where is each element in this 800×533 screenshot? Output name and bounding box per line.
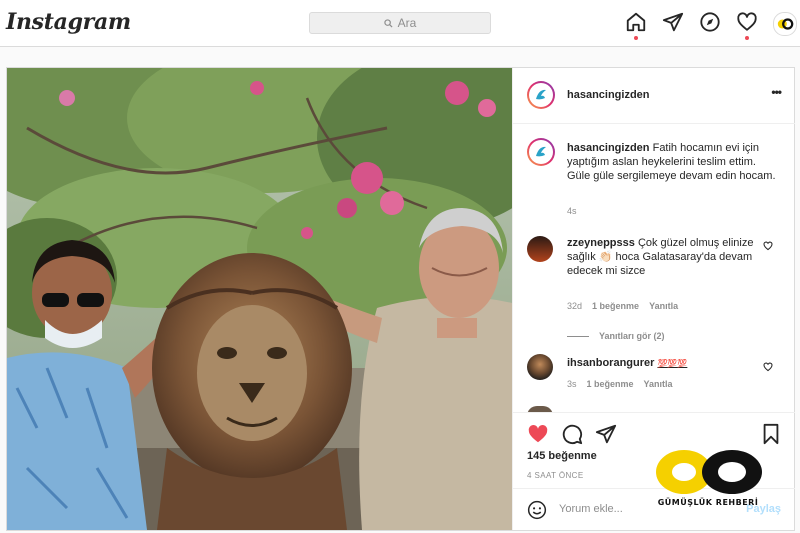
- comment-time: 32d: [567, 301, 583, 311]
- nav-explore[interactable]: [699, 11, 721, 33]
- comments-area: hasancingizden Fatih hocamın evi için ya…: [513, 124, 795, 412]
- replies-line: [567, 335, 589, 337]
- post-image-illustration: [7, 68, 512, 530]
- author-logo-icon: [536, 89, 546, 100]
- watermark-mark: [656, 450, 762, 494]
- comment-reply-button[interactable]: Yanıtla: [649, 301, 678, 311]
- comment-avatar[interactable]: [527, 236, 553, 262]
- search-placeholder: Ara: [397, 16, 417, 30]
- like-heart-icon[interactable]: [527, 423, 549, 445]
- comment-avatar[interactable]: [527, 354, 553, 380]
- post-caption: hasancingizden Fatih hocamın evi için ya…: [567, 141, 777, 183]
- watermark-text: GÜMÜŞLÜK REHBERİ: [657, 498, 759, 507]
- comment-bubble-icon[interactable]: [561, 423, 583, 445]
- home-icon: [626, 12, 646, 32]
- comment-meta: 3s 1 beğenme Yanıtla: [567, 379, 673, 389]
- comment-like-icon[interactable]: [763, 362, 773, 372]
- nav-home[interactable]: [625, 11, 647, 40]
- author-avatar[interactable]: [527, 81, 555, 109]
- comment-author[interactable]: zzeyneppsss: [567, 237, 635, 249]
- more-options-icon[interactable]: •••: [771, 85, 782, 99]
- like-count[interactable]: 145 beğenme: [527, 450, 597, 462]
- notification-dot: [634, 36, 638, 40]
- caption-author-avatar[interactable]: [527, 138, 555, 166]
- watermark-logo: GÜMÜŞLÜK REHBERİ: [648, 446, 768, 516]
- caption-time: 4s: [567, 206, 577, 216]
- comment-input[interactable]: Yorum ekle...: [559, 503, 623, 515]
- comment-likes[interactable]: 1 beğenme: [587, 379, 634, 389]
- share-plane-icon[interactable]: [595, 423, 617, 445]
- nav-profile[interactable]: [773, 12, 797, 36]
- comment-author[interactable]: ihsanborangurer: [567, 357, 654, 369]
- nav-direct[interactable]: [662, 11, 684, 33]
- comment-item: zzeyneppsss Çok güzel olmuş elinize sağl…: [567, 236, 757, 278]
- top-nav-bar: Instagram Ara: [0, 0, 800, 47]
- heart-icon: [737, 12, 757, 31]
- caption-author[interactable]: hasancingizden: [567, 142, 650, 154]
- comment-item: ihsanborangurer 💯💯💯: [567, 356, 757, 371]
- compass-icon: [700, 12, 720, 32]
- paper-plane-icon: [662, 12, 684, 32]
- search-icon: [383, 18, 393, 28]
- view-replies[interactable]: Yanıtları gör (2): [567, 331, 665, 341]
- bookmark-icon[interactable]: [761, 423, 781, 445]
- post-header: hasancingizden •••: [513, 68, 795, 124]
- comment-like-icon[interactable]: [763, 241, 773, 251]
- nav-activity[interactable]: [736, 11, 758, 40]
- emoji-icon[interactable]: [527, 500, 547, 520]
- instagram-logo[interactable]: Instagram: [6, 9, 131, 35]
- comment-reply-button[interactable]: Yanıtla: [644, 379, 673, 389]
- comment-time: 3s: [567, 379, 577, 389]
- post-timestamp: 4 SAAT ÖNCE: [527, 471, 584, 480]
- comment-meta: 32d 1 beğenme Yanıtla: [567, 301, 678, 311]
- comment-likes[interactable]: 1 beğenme: [592, 301, 639, 311]
- author-logo-icon: [536, 146, 546, 157]
- search-box[interactable]: Ara: [309, 12, 491, 34]
- post-photo[interactable]: [7, 68, 512, 530]
- view-replies-label: Yanıtları gör (2): [599, 331, 665, 341]
- comment-text: 💯💯💯: [657, 359, 688, 368]
- notification-dot: [745, 36, 749, 40]
- post-author[interactable]: hasancingizden: [567, 89, 650, 101]
- profile-avatar: [773, 12, 797, 36]
